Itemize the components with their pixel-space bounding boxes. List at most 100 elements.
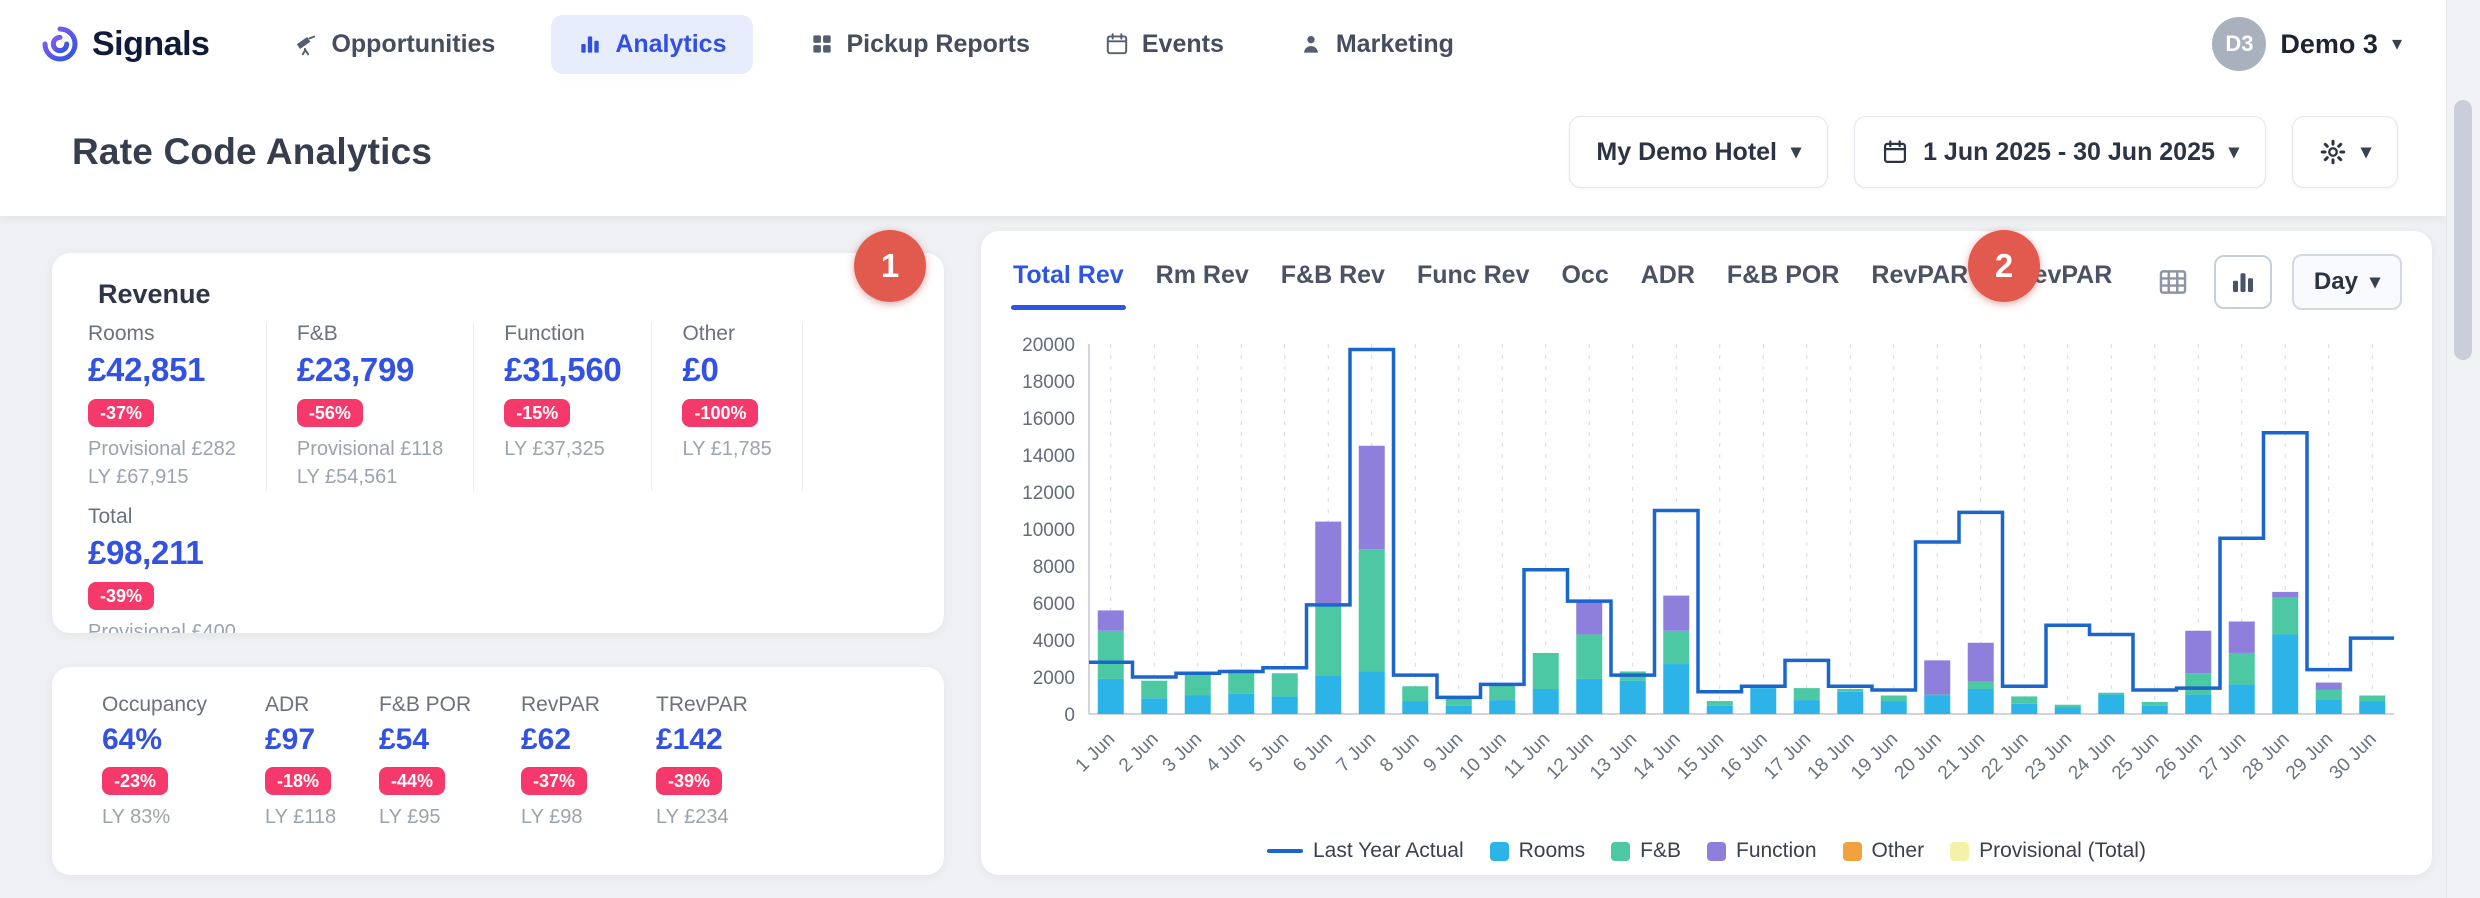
main-nav: Opportunities Analytics Pickup Reports [275,15,1472,74]
brand-name: Signals [92,25,209,64]
change-badge: -100% [682,399,758,427]
tab-occ[interactable]: Occ [1559,253,1610,310]
bar-segment [1794,700,1820,714]
bar-segment [1402,701,1428,714]
tab-fnb-rev[interactable]: F&B Rev [1279,253,1387,310]
svg-text:7 Jun: 7 Jun [1333,729,1381,777]
svg-text:6 Jun: 6 Jun [1289,729,1337,777]
kpi-trevpar: TRevPAR £142 -39% LY £234 [656,693,908,849]
brand-logo[interactable]: Signals [40,24,209,64]
gear-icon [2319,138,2347,166]
last-year-value: LY 83% [102,804,265,832]
metric-value: £31,560 [504,351,621,389]
bar-segment [1663,631,1689,664]
legend-item[interactable]: Provisional (Total) [1950,839,2146,863]
tab-adr[interactable]: ADR [1639,253,1697,310]
bar-segment [1576,679,1602,714]
bar-segment [1924,695,1950,696]
change-badge: -23% [102,767,168,795]
svg-text:3 Jun: 3 Jun [1159,729,1207,777]
bar-segment [2229,684,2255,714]
change-badge: -39% [656,767,722,795]
bar-segment [2142,702,2168,706]
legend-item[interactable]: Last Year Actual [1267,839,1464,863]
bar-segment [1098,679,1124,714]
bar-segment [2185,673,2211,694]
nav-analytics[interactable]: Analytics [551,15,752,74]
bar-segment [1141,681,1167,699]
last-year-value: LY £118 [265,804,379,832]
chart-view-button[interactable] [2214,255,2272,309]
revenue-card-title: Revenue [98,279,908,310]
svg-text:4 Jun: 4 Jun [1202,729,1250,777]
table-view-button[interactable] [2152,261,2194,303]
metric-value: £23,799 [297,351,443,389]
legend-item[interactable]: F&B [1611,839,1681,863]
chevron-down-icon: ▾ [2361,142,2371,162]
bar-segment [1533,689,1559,714]
bar-segment [1620,681,1646,714]
nav-events[interactable]: Events [1086,15,1242,74]
legend-swatch [1490,842,1509,861]
tab-total-rev[interactable]: Total Rev [1011,253,1126,310]
metric-label: Other [682,322,771,346]
settings-button[interactable]: ▾ [2292,116,2398,188]
scrollbar[interactable] [2446,0,2480,898]
granularity-label: Day [2314,268,2358,296]
bar-segment [2055,705,2081,708]
svg-text:8000: 8000 [1033,557,1075,578]
bar-segment [1881,696,1907,702]
legend-item[interactable]: Function [1707,839,1817,863]
bar-segment [2316,699,2342,714]
kpi-label: Occupancy [102,693,265,717]
user-menu[interactable]: D3 Demo 3 ▾ [2212,17,2402,71]
avatar: D3 [2212,17,2266,71]
chevron-down-icon: ▾ [2392,34,2402,54]
tab-func-rev[interactable]: Func Rev [1415,253,1532,310]
svg-text:20 Jun: 20 Jun [1891,729,1946,784]
nav-opportunities[interactable]: Opportunities [275,15,513,74]
bar-segment [2011,704,2037,714]
chart-controls: Day ▾ [2152,254,2402,310]
date-range-label: 1 Jun 2025 - 30 Jun 2025 [1923,138,2215,167]
last-year-value: LY £54,561 [297,464,443,492]
svg-text:23 Jun: 23 Jun [2021,729,2076,784]
revenue-chart: 0200040006000800010000120001400016000180… [1011,332,2402,832]
svg-text:12000: 12000 [1022,483,1075,504]
svg-text:18000: 18000 [1022,372,1075,393]
svg-text:26 Jun: 26 Jun [2152,729,2207,784]
bar-segment [2229,653,2255,684]
bar-segment [2316,683,2342,690]
opportunities-icon [293,31,319,57]
nav-marketing[interactable]: Marketing [1280,15,1472,74]
svg-text:14000: 14000 [1022,446,1075,467]
metric-fnb: F&B £23,799 -56% Provisional £118 LY £54… [297,322,474,491]
bar-segment [1098,631,1124,679]
nav-pickup-reports[interactable]: Pickup Reports [791,15,1048,74]
chevron-down-icon: ▾ [2229,142,2239,162]
legend-item[interactable]: Rooms [1490,839,1586,863]
bar-segment [1272,696,1298,714]
chart-area: 0200040006000800010000120001400016000180… [1011,314,2402,863]
legend-item[interactable]: Other [1843,839,1925,863]
svg-text:10000: 10000 [1022,520,1075,541]
pickup-reports-icon [809,31,835,57]
tab-revpar[interactable]: RevPAR [1869,253,1970,310]
granularity-select[interactable]: Day ▾ [2292,254,2402,310]
tab-rm-rev[interactable]: Rm Rev [1154,253,1251,310]
tab-fnb-por[interactable]: F&B POR [1725,253,1842,310]
metric-rooms: Rooms £42,851 -37% Provisional £282 LY £… [88,322,267,491]
bar-segment [1750,688,1776,714]
kpi-fnb-por: F&B POR £54 -44% LY £95 [379,693,521,849]
annotation-badge-1: 1 [854,230,926,302]
nav-label: Marketing [1336,30,1454,59]
scrollbar-thumb[interactable] [2454,100,2472,360]
svg-text:14 Jun: 14 Jun [1630,729,1685,784]
summary-column: Revenue Rooms £42,851 -37% Provisional £… [52,253,944,875]
bar-segment [1576,601,1602,634]
date-range-picker[interactable]: 1 Jun 2025 - 30 Jun 2025 ▾ [1854,116,2266,188]
bar-segment [1881,701,1907,714]
user-name: Demo 3 [2280,29,2378,60]
metric-total: Total £98,211 -39% Provisional £400 LY £… [88,505,908,633]
hotel-selector[interactable]: My Demo Hotel ▾ [1569,116,1828,188]
